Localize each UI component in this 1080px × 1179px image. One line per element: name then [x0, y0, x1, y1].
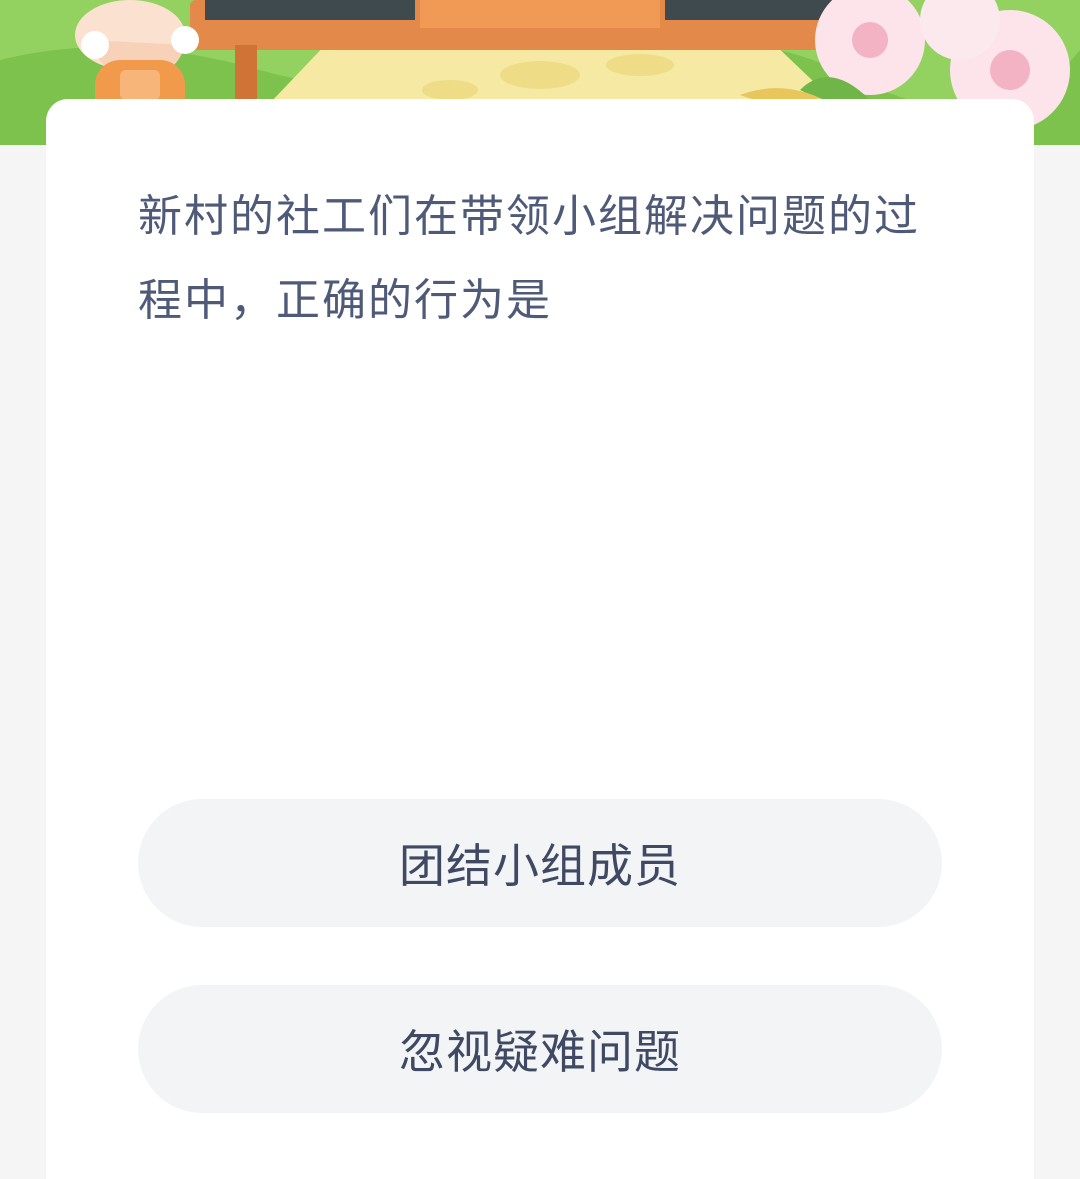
answer-option-b[interactable]: 忽视疑难问题 [138, 985, 942, 1113]
question-card: 新村的社工们在带领小组解决问题的过程中，正确的行为是 团结小组成员 忽视疑难问题 [46, 99, 1034, 1179]
question-text: 新村的社工们在带领小组解决问题的过程中，正确的行为是 [138, 191, 920, 326]
answer-option-b-label: 忽视疑难问题 [399, 1025, 681, 1079]
answer-option-a-label: 团结小组成员 [399, 839, 681, 893]
answer-option-a[interactable]: 团结小组成员 [138, 799, 942, 927]
